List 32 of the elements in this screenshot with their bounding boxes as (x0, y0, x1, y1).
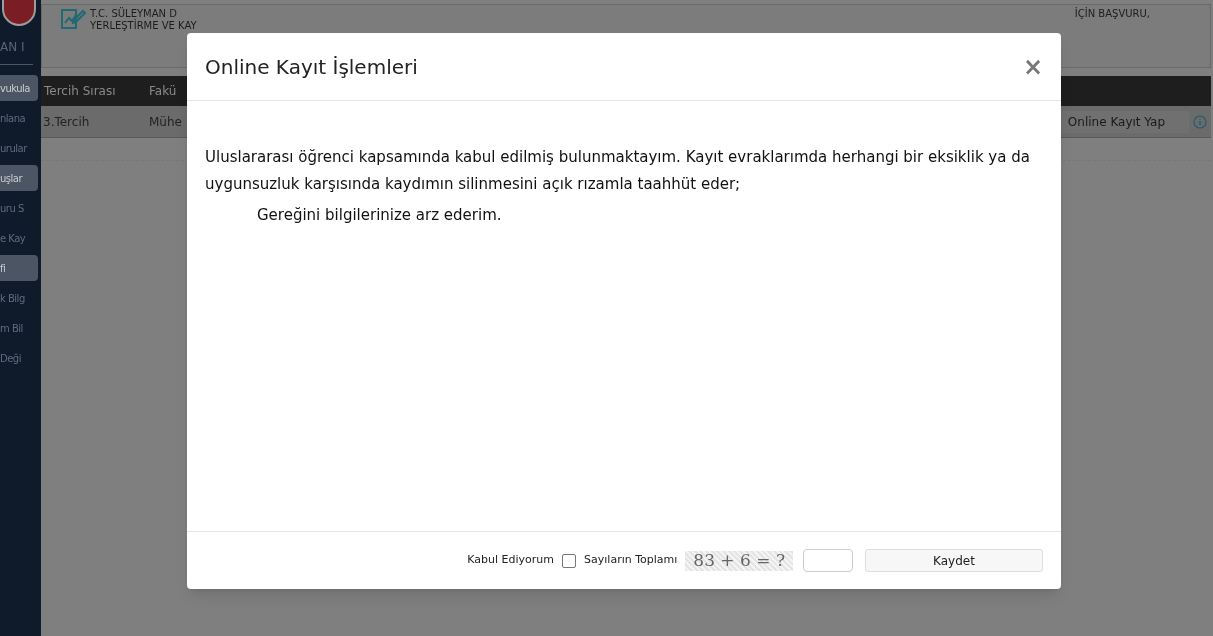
header-title: T.C. SÜLEYMAN D (90, 8, 177, 19)
sidebar-heading: AN I (0, 38, 33, 65)
sidebar-item[interactable]: k Bilg (0, 285, 38, 311)
consent-paragraph: Uluslararası öğrenci kapsamında kabul edilmiş bulunmaktayım. Kayıt evraklarımda herhangi bir eksiklik ya da uygunsuzluk karşısında kaydımın silinmesini açık rızamla taahhüt eder; (205, 147, 1031, 195)
close-button[interactable]: × (1022, 54, 1043, 79)
header-subtitle: YERLEŞTİRME VE KAY (90, 20, 198, 32)
column-header: Fakü (149, 83, 177, 100)
sidebar-item[interactable]: uşlar (0, 165, 38, 191)
table-cell-text: 3.Tercih (42, 113, 91, 131)
captcha-image: 83 + 6 = ? (685, 550, 793, 571)
sidebar-item[interactable]: urular (0, 135, 38, 161)
closing-text: Gereğini bilgilerinize arz ederim. (256, 205, 503, 226)
online-register-button[interactable]: Online Kayıt Yap (1059, 110, 1189, 133)
sum-input[interactable] (803, 549, 853, 572)
info-icon[interactable] (1193, 114, 1207, 129)
sidebar-item[interactable]: uru S (0, 195, 38, 221)
sidebar-item[interactable]: fi (0, 255, 38, 281)
sidebar-item[interactable]: nlana (0, 105, 38, 131)
modal-title: Online Kayıt İşlemleri (205, 53, 418, 81)
edit-document-icon (60, 8, 86, 30)
accept-checkbox[interactable] (562, 553, 577, 568)
table-cell-text: Mühe (149, 113, 182, 131)
sidebar-item[interactable]: Deği (0, 345, 38, 371)
accept-label: Kabul Ediyorum (467, 552, 555, 569)
sum-label: Sayıların Toplamı (584, 552, 678, 569)
save-button[interactable]: Kaydet (865, 549, 1043, 572)
logo-icon (2, 0, 36, 26)
sidebar-item[interactable]: e Kay (0, 225, 38, 251)
sidebar-item[interactable]: vukula (0, 75, 38, 101)
header-title: İÇİN BAŞVURU, (1074, 8, 1150, 20)
column-header: Tercih Sırası (43, 83, 117, 100)
sidebar-item[interactable]: m Bil (0, 315, 38, 341)
